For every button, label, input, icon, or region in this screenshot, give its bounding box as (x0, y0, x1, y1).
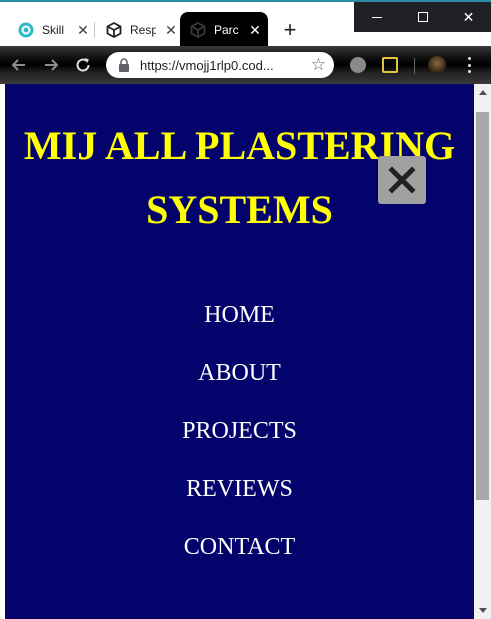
nav-link-projects[interactable]: PROJECTS (5, 402, 474, 460)
close-tab-icon[interactable]: ✕ (76, 23, 90, 37)
minimize-window-button[interactable] (354, 2, 400, 32)
tab-strip: Skill ✕ Resp ✕ Parc ✕ + ✕ (0, 0, 491, 48)
nav-link-about[interactable]: ABOUT (5, 344, 474, 402)
scroll-down-button[interactable] (474, 602, 491, 619)
new-tab-button[interactable]: + (279, 19, 301, 42)
close-icon (388, 166, 416, 194)
nav-menu: HOME ABOUT PROJECTS REVIEWS CONTACT (5, 286, 474, 576)
close-menu-button[interactable] (378, 156, 426, 204)
tab-title: Skill (42, 23, 65, 37)
forward-button[interactable] (40, 54, 62, 76)
codesandbox-icon (190, 22, 206, 38)
codesandbox-icon (106, 22, 122, 38)
address-bar[interactable]: https://vmojj1rlp0.cod... ☆ (106, 52, 334, 78)
back-button[interactable] (8, 54, 30, 76)
minimize-icon (372, 16, 382, 18)
tab-separator (94, 22, 95, 38)
nav-link-home[interactable]: HOME (5, 286, 474, 344)
close-tab-icon[interactable]: ✕ (248, 23, 262, 37)
browser-tab-2[interactable]: Resp ✕ (96, 12, 180, 48)
browser-tab-3-active[interactable]: Parc ✕ (180, 12, 268, 48)
maximize-window-button[interactable] (400, 2, 446, 32)
triangle-up-icon (478, 90, 487, 95)
nav-link-contact[interactable]: CONTACT (5, 518, 474, 576)
tab-title: Parc (214, 23, 239, 37)
mobile-nav-overlay: MIJ ALL PLASTERING SYSTEMS HOME ABOUT PR… (5, 84, 474, 619)
browser-toolbar: https://vmojj1rlp0.cod... ☆ (0, 46, 491, 84)
nav-link-reviews[interactable]: REVIEWS (5, 460, 474, 518)
extension-icon[interactable] (350, 57, 366, 73)
bookmark-star-icon[interactable]: ☆ (311, 55, 326, 75)
extension-checkbox-icon[interactable] (382, 57, 398, 73)
lock-icon (119, 58, 129, 72)
url-text: https://vmojj1rlp0.cod... (140, 57, 274, 73)
tab-title: Resp (130, 23, 156, 37)
close-window-button[interactable]: ✕ (446, 2, 491, 32)
reload-icon (76, 58, 90, 72)
skillshare-icon (18, 22, 34, 38)
toolbar-divider (414, 58, 415, 74)
arrow-left-icon (11, 59, 25, 71)
maximize-icon (418, 12, 428, 22)
profile-avatar[interactable] (428, 56, 446, 74)
reload-button[interactable] (72, 54, 94, 76)
triangle-down-icon (478, 608, 487, 613)
scroll-up-button[interactable] (474, 84, 491, 101)
vertical-scrollbar[interactable] (474, 84, 491, 619)
close-tab-icon[interactable]: ✕ (164, 23, 178, 37)
arrow-right-icon (45, 59, 59, 71)
browser-tab-1[interactable]: Skill ✕ (8, 12, 94, 48)
scrollbar-thumb[interactable] (476, 112, 489, 500)
browser-menu-button[interactable] (462, 54, 476, 76)
